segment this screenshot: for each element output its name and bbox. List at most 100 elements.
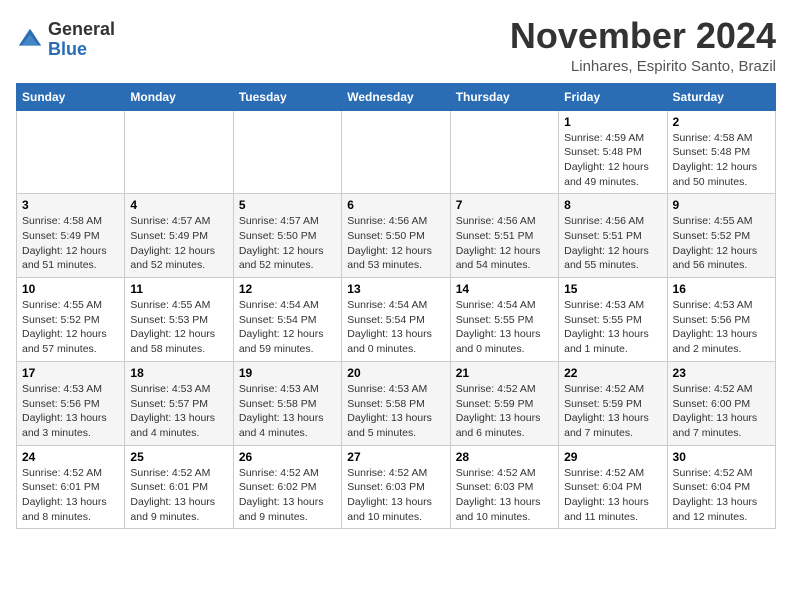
day-cell: 17 Sunrise: 4:53 AM Sunset: 5:56 PM Dayli…	[17, 361, 125, 445]
week-row-5: 24 Sunrise: 4:52 AM Sunset: 6:01 PM Dayli…	[17, 445, 776, 529]
day-info: Sunrise: 4:52 AM Sunset: 5:59 PM Dayligh…	[456, 382, 553, 441]
weekday-header-wednesday: Wednesday	[342, 83, 450, 110]
weekday-header-saturday: Saturday	[667, 83, 775, 110]
weekday-header-monday: Monday	[125, 83, 233, 110]
day-number: 24	[22, 450, 119, 464]
day-cell: 18 Sunrise: 4:53 AM Sunset: 5:57 PM Dayli…	[125, 361, 233, 445]
day-number: 6	[347, 198, 444, 212]
week-row-2: 3 Sunrise: 4:58 AM Sunset: 5:49 PM Daylig…	[17, 194, 776, 278]
day-cell	[342, 110, 450, 194]
logo-general-text: General	[48, 19, 115, 39]
day-info: Sunrise: 4:53 AM Sunset: 5:56 PM Dayligh…	[673, 298, 770, 357]
day-cell: 3 Sunrise: 4:58 AM Sunset: 5:49 PM Daylig…	[17, 194, 125, 278]
day-info: Sunrise: 4:53 AM Sunset: 5:58 PM Dayligh…	[347, 382, 444, 441]
day-info: Sunrise: 4:57 AM Sunset: 5:50 PM Dayligh…	[239, 214, 336, 273]
page-header: General Blue November 2024 Linhares, Esp…	[16, 16, 776, 75]
day-cell: 20 Sunrise: 4:53 AM Sunset: 5:58 PM Dayli…	[342, 361, 450, 445]
day-cell	[17, 110, 125, 194]
day-info: Sunrise: 4:58 AM Sunset: 5:48 PM Dayligh…	[673, 131, 770, 190]
day-cell: 24 Sunrise: 4:52 AM Sunset: 6:01 PM Dayli…	[17, 445, 125, 529]
day-cell: 8Sunrise: 4:56 AM Sunset: 5:51 PM Daylig…	[559, 194, 667, 278]
day-number: 4	[130, 198, 227, 212]
day-info: Sunrise: 4:57 AM Sunset: 5:49 PM Dayligh…	[130, 214, 227, 273]
logo-blue-text: Blue	[48, 39, 87, 59]
day-info: Sunrise: 4:56 AM Sunset: 5:50 PM Dayligh…	[347, 214, 444, 273]
day-number: 9	[673, 198, 770, 212]
day-number: 25	[130, 450, 227, 464]
day-info: Sunrise: 4:59 AM Sunset: 5:48 PM Dayligh…	[564, 131, 661, 190]
day-cell: 30 Sunrise: 4:52 AM Sunset: 6:04 PM Dayli…	[667, 445, 775, 529]
logo: General Blue	[16, 20, 115, 60]
day-cell: 29Sunrise: 4:52 AM Sunset: 6:04 PM Dayli…	[559, 445, 667, 529]
day-number: 1	[564, 115, 661, 129]
day-number: 23	[673, 366, 770, 380]
day-number: 16	[673, 282, 770, 296]
day-cell: 13 Sunrise: 4:54 AM Sunset: 5:54 PM Dayli…	[342, 278, 450, 362]
day-cell: 7 Sunrise: 4:56 AM Sunset: 5:51 PM Daylig…	[450, 194, 558, 278]
day-number: 14	[456, 282, 553, 296]
day-info: Sunrise: 4:58 AM Sunset: 5:49 PM Dayligh…	[22, 214, 119, 273]
calendar-table: SundayMondayTuesdayWednesdayThursdayFrid…	[16, 83, 776, 530]
day-cell: 1 Sunrise: 4:59 AM Sunset: 5:48 PM Daylig…	[559, 110, 667, 194]
day-number: 2	[673, 115, 770, 129]
day-number: 30	[673, 450, 770, 464]
day-number: 15	[564, 282, 661, 296]
day-cell: 16 Sunrise: 4:53 AM Sunset: 5:56 PM Dayli…	[667, 278, 775, 362]
weekday-header-row: SundayMondayTuesdayWednesdayThursdayFrid…	[17, 83, 776, 110]
title-block: November 2024 Linhares, Espirito Santo, …	[510, 16, 776, 75]
day-number: 11	[130, 282, 227, 296]
day-cell	[233, 110, 341, 194]
month-title: November 2024	[510, 16, 776, 56]
day-info: Sunrise: 4:52 AM Sunset: 6:02 PM Dayligh…	[239, 466, 336, 525]
day-cell: 6 Sunrise: 4:56 AM Sunset: 5:50 PM Daylig…	[342, 194, 450, 278]
day-cell: 21 Sunrise: 4:52 AM Sunset: 5:59 PM Dayli…	[450, 361, 558, 445]
day-cell: 14 Sunrise: 4:54 AM Sunset: 5:55 PM Dayli…	[450, 278, 558, 362]
day-cell	[450, 110, 558, 194]
day-info: Sunrise: 4:52 AM Sunset: 6:01 PM Dayligh…	[22, 466, 119, 525]
day-number: 21	[456, 366, 553, 380]
day-cell: 25 Sunrise: 4:52 AM Sunset: 6:01 PM Dayli…	[125, 445, 233, 529]
day-number: 19	[239, 366, 336, 380]
day-info: Sunrise: 4:52 AM Sunset: 5:59 PM Dayligh…	[564, 382, 661, 441]
day-number: 18	[130, 366, 227, 380]
day-info: Sunrise: 4:52 AM Sunset: 6:03 PM Dayligh…	[456, 466, 553, 525]
day-cell: 26 Sunrise: 4:52 AM Sunset: 6:02 PM Dayli…	[233, 445, 341, 529]
day-info: Sunrise: 4:53 AM Sunset: 5:56 PM Dayligh…	[22, 382, 119, 441]
day-cell	[125, 110, 233, 194]
day-info: Sunrise: 4:55 AM Sunset: 5:52 PM Dayligh…	[673, 214, 770, 273]
week-row-1: 1 Sunrise: 4:59 AM Sunset: 5:48 PM Daylig…	[17, 110, 776, 194]
day-info: Sunrise: 4:56 AM Sunset: 5:51 PM Dayligh…	[456, 214, 553, 273]
day-number: 5	[239, 198, 336, 212]
day-number: 7	[456, 198, 553, 212]
weekday-header-friday: Friday	[559, 83, 667, 110]
day-number: 20	[347, 366, 444, 380]
day-cell: 28 Sunrise: 4:52 AM Sunset: 6:03 PM Dayli…	[450, 445, 558, 529]
day-cell: 2 Sunrise: 4:58 AM Sunset: 5:48 PM Daylig…	[667, 110, 775, 194]
day-info: Sunrise: 4:55 AM Sunset: 5:53 PM Dayligh…	[130, 298, 227, 357]
day-cell: 15 Sunrise: 4:53 AM Sunset: 5:55 PM Dayli…	[559, 278, 667, 362]
week-row-3: 10Sunrise: 4:55 AM Sunset: 5:52 PM Dayli…	[17, 278, 776, 362]
weekday-header-thursday: Thursday	[450, 83, 558, 110]
day-info: Sunrise: 4:53 AM Sunset: 5:58 PM Dayligh…	[239, 382, 336, 441]
day-number: 26	[239, 450, 336, 464]
day-info: Sunrise: 4:54 AM Sunset: 5:54 PM Dayligh…	[239, 298, 336, 357]
day-cell: 10Sunrise: 4:55 AM Sunset: 5:52 PM Dayli…	[17, 278, 125, 362]
day-info: Sunrise: 4:52 AM Sunset: 6:03 PM Dayligh…	[347, 466, 444, 525]
day-number: 28	[456, 450, 553, 464]
day-number: 22	[564, 366, 661, 380]
day-number: 3	[22, 198, 119, 212]
day-info: Sunrise: 4:54 AM Sunset: 5:55 PM Dayligh…	[456, 298, 553, 357]
logo-icon	[16, 26, 44, 54]
day-info: Sunrise: 4:56 AM Sunset: 5:51 PM Dayligh…	[564, 214, 661, 273]
day-info: Sunrise: 4:53 AM Sunset: 5:55 PM Dayligh…	[564, 298, 661, 357]
day-info: Sunrise: 4:52 AM Sunset: 6:01 PM Dayligh…	[130, 466, 227, 525]
day-info: Sunrise: 4:52 AM Sunset: 6:04 PM Dayligh…	[673, 466, 770, 525]
day-number: 10	[22, 282, 119, 296]
day-info: Sunrise: 4:52 AM Sunset: 6:04 PM Dayligh…	[564, 466, 661, 525]
day-info: Sunrise: 4:53 AM Sunset: 5:57 PM Dayligh…	[130, 382, 227, 441]
day-number: 17	[22, 366, 119, 380]
day-cell: 5 Sunrise: 4:57 AM Sunset: 5:50 PM Daylig…	[233, 194, 341, 278]
day-cell: 12Sunrise: 4:54 AM Sunset: 5:54 PM Dayli…	[233, 278, 341, 362]
day-number: 13	[347, 282, 444, 296]
day-info: Sunrise: 4:54 AM Sunset: 5:54 PM Dayligh…	[347, 298, 444, 357]
